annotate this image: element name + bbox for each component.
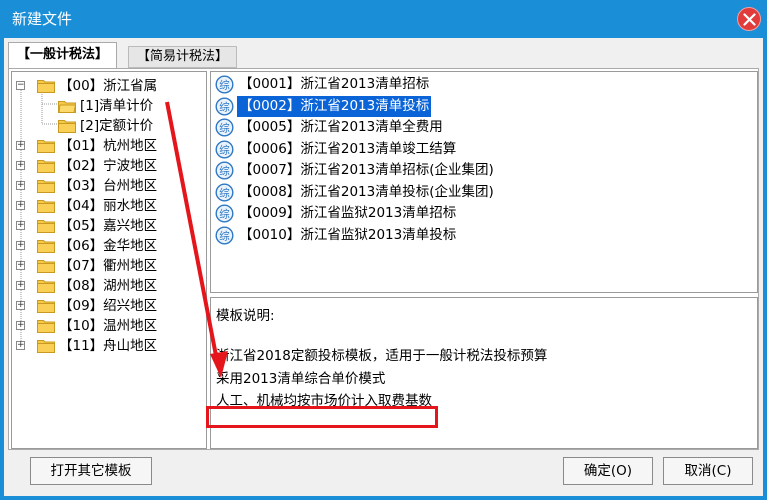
- ok-button[interactable]: 确定(O): [563, 457, 653, 485]
- template-list[interactable]: 综【0001】浙江省2013清单招标综【0002】浙江省2013清单投标综【00…: [210, 71, 758, 293]
- folder-icon: [37, 179, 55, 193]
- tree-item[interactable]: + 【08】湖州地区: [12, 276, 206, 296]
- template-icon: 综: [215, 139, 234, 159]
- tree-item[interactable]: + 【02】宁波地区: [12, 156, 206, 176]
- tree-item-label: 【08】湖州地区: [59, 278, 158, 294]
- template-icon: 综: [215, 96, 234, 116]
- expand-icon[interactable]: +: [16, 221, 25, 230]
- expand-icon[interactable]: +: [16, 261, 25, 270]
- folder-icon: [37, 219, 55, 233]
- tree-item-label: 【03】台州地区: [59, 178, 158, 194]
- svg-text:综: 综: [219, 164, 230, 177]
- expand-icon[interactable]: +: [16, 241, 25, 250]
- new-file-dialog: 新建文件 【一般计税法】 【简易计税法】 − 【00】浙江省属 [1]清单计价 [2]…: [0, 0, 767, 500]
- expand-icon[interactable]: +: [16, 341, 25, 350]
- expand-icon[interactable]: +: [16, 301, 25, 310]
- folder-icon: [37, 299, 55, 313]
- folder-icon: [37, 319, 55, 333]
- template-icon: 综: [215, 204, 234, 223]
- template-label: 【0001】浙江省2013清单招标: [239, 76, 430, 92]
- tree-item[interactable]: − 【00】浙江省属: [12, 76, 206, 96]
- folder-icon: [37, 259, 55, 273]
- template-icon: 综: [215, 75, 234, 94]
- tree-item-label: 【02】宁波地区: [59, 158, 158, 174]
- template-label: 【0010】浙江省监狱2013清单投标: [239, 226, 457, 243]
- tree-item-label: 【11】舟山地区: [59, 338, 158, 354]
- tab-general-tax[interactable]: 【一般计税法】: [8, 42, 118, 69]
- tree-item[interactable]: + 【06】金华地区: [12, 236, 206, 256]
- folder-icon: [37, 79, 55, 93]
- template-label: 【0002】浙江省2013清单投标: [235, 94, 433, 118]
- expand-icon[interactable]: +: [16, 201, 25, 210]
- folder-icon: [37, 199, 55, 213]
- svg-text:综: 综: [219, 121, 230, 134]
- tree-item-label: 【05】嘉兴地区: [59, 218, 158, 234]
- collapse-icon[interactable]: −: [16, 81, 25, 90]
- tree-item[interactable]: + 【05】嘉兴地区: [12, 216, 206, 236]
- tree-item-label: [1]清单计价: [80, 98, 154, 114]
- description-heading: 模板说明:: [216, 308, 275, 324]
- template-icon: 综: [215, 225, 234, 245]
- svg-text:综: 综: [219, 143, 230, 156]
- cancel-button[interactable]: 取消(C): [663, 457, 753, 485]
- expand-icon[interactable]: +: [16, 161, 25, 170]
- expand-icon[interactable]: +: [16, 321, 25, 330]
- window-title: 新建文件: [12, 10, 73, 28]
- open-other-template-button[interactable]: 打开其它模板: [30, 457, 152, 485]
- tree-subitem[interactable]: [1]清单计价: [12, 96, 206, 116]
- folder-icon: [58, 119, 76, 133]
- close-button[interactable]: [737, 7, 761, 31]
- folder-icon: [58, 99, 77, 113]
- template-label: 【0005】浙江省2013清单全费用: [239, 119, 443, 135]
- tree-item-label: 【01】杭州地区: [59, 138, 158, 154]
- tree-item-label: 【06】金华地区: [59, 238, 158, 254]
- title-bar[interactable]: 新建文件: [0, 0, 767, 38]
- svg-text:综: 综: [219, 100, 230, 113]
- tree-item[interactable]: + 【04】丽水地区: [12, 196, 206, 216]
- tree-item-label: 【10】温州地区: [59, 318, 158, 334]
- tree-item-label: 【04】丽水地区: [59, 198, 158, 214]
- folder-icon: [37, 239, 55, 253]
- svg-text:综: 综: [219, 229, 230, 242]
- folder-icon: [37, 279, 55, 293]
- description-line: 浙江省2018定额投标模板，适用于一般计税法投标预算: [216, 348, 548, 364]
- folder-icon: [37, 139, 55, 153]
- tab-simple-tax[interactable]: 【简易计税法】: [128, 46, 238, 68]
- expand-icon[interactable]: +: [16, 281, 25, 290]
- dialog-client: 【一般计税法】 【简易计税法】 − 【00】浙江省属 [1]清单计价 [2]定额计价 +…: [4, 38, 763, 496]
- template-label: 【0006】浙江省2013清单竣工结算: [239, 140, 457, 157]
- svg-text:综: 综: [219, 78, 230, 91]
- tree-item-label: 【09】绍兴地区: [59, 298, 158, 314]
- folder-icon: [37, 339, 55, 353]
- tree-item-label: 【07】衢州地区: [59, 258, 158, 274]
- tree-item[interactable]: + 【01】杭州地区: [12, 136, 206, 156]
- annotation-highlight-box: [206, 406, 438, 428]
- close-icon: [743, 13, 756, 26]
- tree-item[interactable]: + 【09】绍兴地区: [12, 296, 206, 316]
- template-label: 【0009】浙江省监狱2013清单招标: [239, 205, 457, 221]
- template-label: 【0008】浙江省2013清单投标(企业集团): [239, 183, 494, 200]
- tree-item[interactable]: + 【03】台州地区: [12, 176, 206, 196]
- tree-subitem[interactable]: [2]定额计价: [12, 116, 206, 136]
- svg-text:综: 综: [219, 207, 230, 220]
- region-tree[interactable]: − 【00】浙江省属 [1]清单计价 [2]定额计价 + 【01】杭州地区 + 【02】宁波地…: [11, 71, 207, 449]
- tree-item-label: [2]定额计价: [80, 118, 154, 134]
- tab-pane: − 【00】浙江省属 [1]清单计价 [2]定额计价 + 【01】杭州地区 + 【02】宁波地…: [8, 68, 759, 450]
- svg-text:综: 综: [219, 186, 230, 199]
- template-label: 【0007】浙江省2013清单招标(企业集团): [239, 162, 494, 178]
- template-icon: 综: [215, 161, 234, 180]
- tree-item[interactable]: + 【11】舟山地区: [12, 336, 206, 356]
- folder-icon: [37, 159, 55, 173]
- tree-item-label: 【00】浙江省属: [59, 78, 158, 94]
- tree-item[interactable]: + 【10】温州地区: [12, 316, 206, 336]
- tree-item[interactable]: + 【07】衢州地区: [12, 256, 206, 276]
- expand-icon[interactable]: +: [16, 141, 25, 150]
- template-icon: 综: [215, 118, 234, 137]
- template-icon: 综: [215, 182, 234, 202]
- expand-icon[interactable]: +: [16, 181, 25, 190]
- description-line: 采用2013清单综合单价模式: [216, 371, 386, 387]
